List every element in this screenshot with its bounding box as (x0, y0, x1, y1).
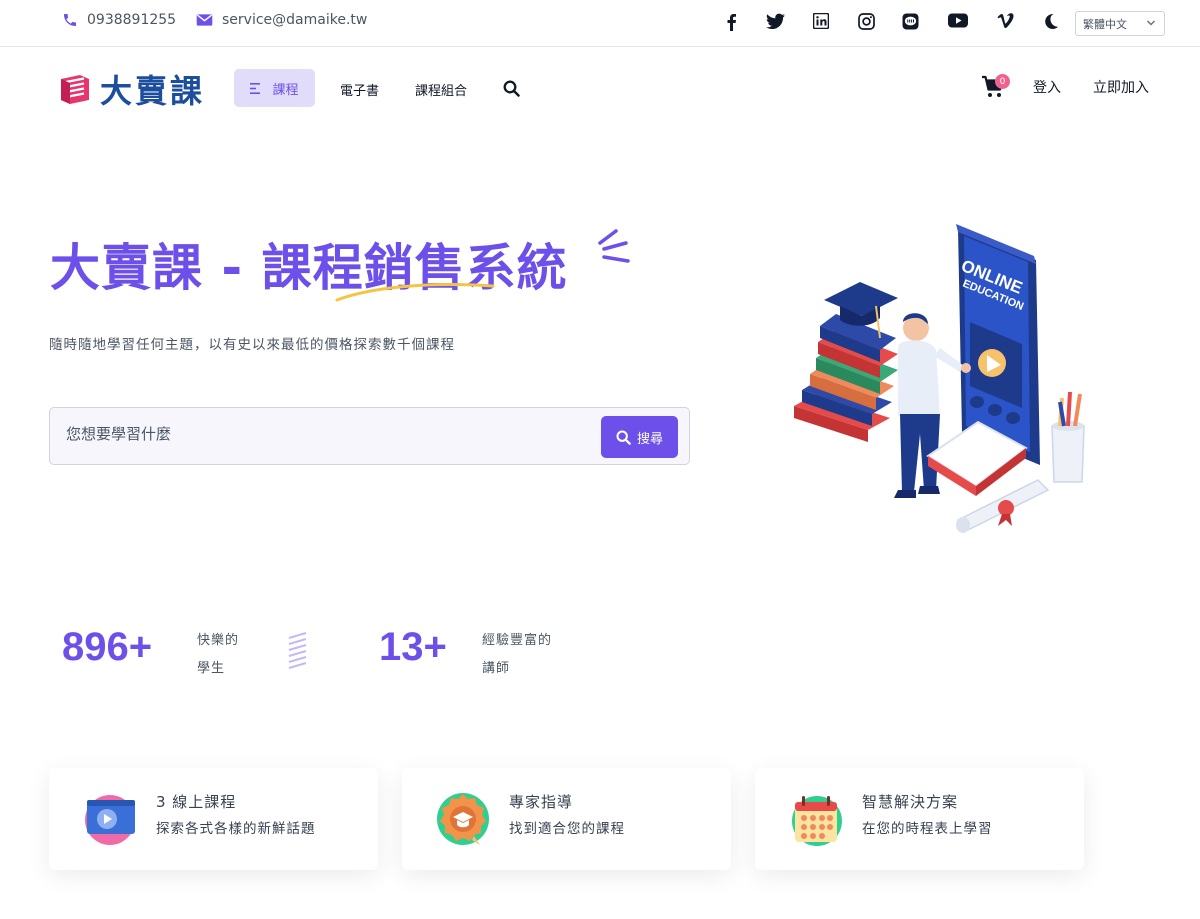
chevron-down-icon (1146, 20, 1156, 26)
feature-description: 找到適合您的課程 (509, 821, 625, 837)
nav-bundles[interactable]: 課程組合 (415, 80, 467, 99)
menu-icon (250, 82, 261, 94)
cart-count-badge: 0 (995, 74, 1010, 89)
youtube-icon[interactable] (948, 13, 968, 32)
title-underline-decoration (335, 283, 495, 302)
instagram-icon[interactable] (858, 13, 875, 34)
join-link[interactable]: 立即加入 (1093, 77, 1149, 97)
dark-mode-icon[interactable] (1043, 13, 1058, 33)
language-label: 繁體中文 (1083, 17, 1127, 31)
feature-card-smart-solutions[interactable]: 智慧解決方案 在您的時程表上學習 (755, 768, 1084, 870)
search-button-label: 搜尋 (636, 431, 663, 447)
stripes-decoration (288, 632, 307, 669)
search-button[interactable]: 搜尋 (601, 416, 678, 458)
feature-description: 探索各式各樣的新鮮話題 (156, 821, 316, 837)
hero-subtitle: 隨時隨地學習任何主題，以有史以來最低的價格探索數千個課程 (49, 337, 455, 353)
feature-card-expert-guidance[interactable]: 專家指導 找到適合您的課程 (402, 768, 731, 870)
envelope-icon (196, 14, 213, 26)
feature-description: 在您的時程表上學習 (862, 821, 993, 837)
hero-title-part1: 大賣課 - (50, 239, 262, 297)
email-address: service@damaike.tw (222, 12, 368, 28)
feature-title: 智慧解決方案 (862, 793, 959, 811)
instructors-count: 13+ (379, 625, 447, 669)
phone-icon (64, 14, 76, 26)
login-link[interactable]: 登入 (1033, 77, 1061, 97)
language-select[interactable]: 繁體中文 (1075, 11, 1165, 36)
twitter-icon[interactable] (766, 13, 785, 34)
online-education-illustration: ONLINE EDUCATION (794, 224, 1085, 533)
feature-card-online-courses[interactable]: 3 線上課程 探索各式各樣的新鮮話題 (49, 768, 378, 870)
course-search-input[interactable] (66, 425, 586, 443)
instructors-label-line2: 講師 (482, 661, 511, 676)
search-icon (616, 429, 631, 445)
phone-number: 0938891255 (87, 12, 177, 28)
nav-courses-label: 課程 (272, 82, 299, 98)
search-icon[interactable] (503, 80, 520, 97)
calendar-icon (792, 796, 842, 846)
video-course-icon (85, 795, 135, 845)
nav-ebooks[interactable]: 電子書 (340, 80, 379, 99)
feature-title: 3 線上課程 (156, 793, 237, 811)
line-icon[interactable] (902, 13, 919, 34)
graduation-badge-icon (437, 793, 489, 845)
top-bar: 0938891255 service@damaike.tw 繁體中文 (0, 0, 1200, 47)
course-search-box: 搜尋 (49, 407, 690, 465)
sparkle-decoration (598, 229, 630, 263)
email-contact[interactable]: service@damaike.tw (196, 12, 367, 28)
linkedin-icon[interactable] (812, 12, 830, 33)
feature-title: 專家指導 (509, 793, 574, 811)
nav-courses-menu[interactable]: 課程 (234, 69, 315, 107)
vimeo-icon[interactable] (997, 13, 1014, 32)
logo-book-icon[interactable] (58, 73, 92, 105)
students-label-line1: 快樂的 (197, 633, 240, 648)
students-label-line2: 學生 (197, 661, 226, 676)
instructors-label-line1: 經驗豐富的 (482, 633, 553, 648)
students-count: 896+ (62, 625, 153, 669)
logo-text[interactable]: 大賣課 (100, 66, 205, 112)
phone-contact[interactable]: 0938891255 (62, 12, 176, 28)
facebook-icon[interactable] (726, 13, 737, 35)
